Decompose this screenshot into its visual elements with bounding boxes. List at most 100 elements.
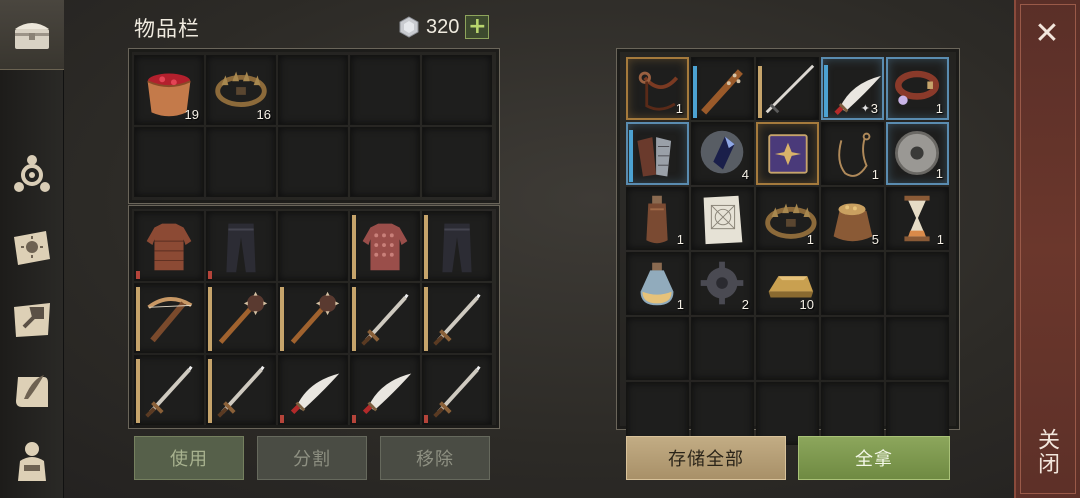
equipment-slot[interactable] <box>350 211 420 281</box>
storage-slot[interactable] <box>821 317 884 380</box>
storage-slot[interactable]: 1 <box>626 57 689 120</box>
modifier-icon: ✦ <box>860 102 870 115</box>
storage-slot[interactable] <box>691 187 754 250</box>
storage-slot[interactable]: 1 <box>886 57 949 120</box>
inventory-slot[interactable] <box>278 127 348 197</box>
equipment-slot[interactable] <box>278 283 348 353</box>
durability-bar <box>136 287 140 351</box>
item-count: 1 <box>871 167 879 182</box>
item-count: 16 <box>256 107 271 122</box>
inventory-slot[interactable] <box>278 55 348 125</box>
storage-slot[interactable] <box>691 57 754 120</box>
storage-slot[interactable]: ✦ 3 <box>821 57 884 120</box>
storage-slot[interactable]: 4 <box>691 122 754 185</box>
durability-bar <box>352 415 356 423</box>
equipment-slot[interactable] <box>278 355 348 425</box>
inventory-slot[interactable] <box>134 127 204 197</box>
split-button[interactable]: 分割 <box>257 436 367 480</box>
equipment-slot[interactable] <box>206 211 276 281</box>
equipment-slot[interactable] <box>422 355 492 425</box>
storage-slot[interactable] <box>886 252 949 315</box>
storage-slot[interactable] <box>756 57 819 120</box>
equipment-slot[interactable] <box>206 355 276 425</box>
inventory-slot[interactable]: 19 <box>134 55 204 125</box>
storage-slot[interactable] <box>886 317 949 380</box>
sidebar-item-journal[interactable] <box>7 366 57 416</box>
crossbow-icon <box>147 297 193 343</box>
item-count: 4 <box>741 167 749 182</box>
take-all-button[interactable]: 全拿 <box>798 436 950 480</box>
storage-slot[interactable]: 1 <box>886 187 949 250</box>
use-button[interactable]: 使用 <box>134 436 244 480</box>
gem-icon <box>399 16 419 38</box>
equipment-slot[interactable] <box>422 211 492 281</box>
close-panel[interactable]: ✕ 关闭 <box>1014 0 1080 498</box>
close-label[interactable]: 关闭 <box>1032 428 1062 476</box>
store-all-button[interactable]: 存储全部 <box>626 436 786 480</box>
item-count: 1 <box>936 232 944 247</box>
page-title: 物品栏 <box>134 17 200 41</box>
equipment-slot[interactable] <box>134 211 204 281</box>
storage-slot[interactable]: 1 <box>626 252 689 315</box>
remove-button[interactable]: 移除 <box>380 436 490 480</box>
close-icon[interactable]: ✕ <box>1032 16 1062 51</box>
storage-slot[interactable]: 2 <box>691 252 754 315</box>
inventory-slot[interactable] <box>350 127 420 197</box>
durability-bar <box>136 271 140 279</box>
equipment-slot[interactable] <box>134 355 204 425</box>
inventory-slot[interactable] <box>422 55 492 125</box>
storage-slot[interactable] <box>626 317 689 380</box>
item-count: 1 <box>675 101 683 116</box>
sidebar-item-crafting[interactable] <box>7 294 57 344</box>
item-count: 1 <box>806 232 814 247</box>
storage-slot[interactable] <box>756 122 819 185</box>
equipment-slot[interactable] <box>350 355 420 425</box>
inventory-slot[interactable] <box>422 127 492 197</box>
item-count: 5 <box>871 232 879 247</box>
durability-bar <box>693 66 697 118</box>
inventory-slot[interactable]: 16 <box>206 55 276 125</box>
inventory-slot[interactable] <box>350 55 420 125</box>
sidebar-item-skills[interactable] <box>7 150 57 200</box>
add-currency-button[interactable]: + <box>465 15 490 39</box>
storage-slot[interactable]: 1 <box>821 122 884 185</box>
storage-slot[interactable]: 5 <box>821 187 884 250</box>
sword-icon <box>361 293 409 346</box>
item-count: 1 <box>935 166 943 181</box>
storage-slot[interactable] <box>756 317 819 380</box>
durability-bar <box>352 215 356 279</box>
item-count: 3 <box>870 101 878 116</box>
storage-slot[interactable]: 10 <box>756 252 819 315</box>
sword-icon <box>433 293 481 346</box>
hammer-map-icon <box>14 303 50 337</box>
storage-slot[interactable] <box>691 317 754 380</box>
gauntlets-icon <box>637 137 672 177</box>
sidebar-item-character[interactable] <box>7 436 57 486</box>
spiked-club-icon <box>701 69 743 115</box>
sword-icon <box>433 365 481 418</box>
storage-slot[interactable]: 1 <box>756 187 819 250</box>
character-icon <box>18 442 46 481</box>
inventory-grid: 19 16 <box>134 55 492 197</box>
sidebar-item-book[interactable] <box>7 222 57 272</box>
equipment-slot[interactable] <box>350 283 420 353</box>
item-count: 19 <box>184 107 199 122</box>
sidebar-item-inventory[interactable] <box>0 0 64 70</box>
storage-slot[interactable] <box>821 252 884 315</box>
storage-slot[interactable]: 1 <box>626 187 689 250</box>
item-count: 10 <box>799 297 814 312</box>
currency-value: 320 <box>426 15 460 38</box>
spiked-mace-icon <box>290 291 340 344</box>
equipment-slot[interactable] <box>134 283 204 353</box>
equipment-slot[interactable] <box>278 211 348 281</box>
dark-pants-icon <box>226 223 256 273</box>
scimitar-icon <box>290 373 340 415</box>
storage-slot[interactable] <box>626 122 689 185</box>
storage-slot[interactable]: 1 <box>886 122 949 185</box>
inventory-slot[interactable] <box>206 127 276 197</box>
equipment-slot[interactable] <box>422 283 492 353</box>
durability-bar <box>280 287 284 351</box>
equipment-slot[interactable] <box>206 283 276 353</box>
item-count: 2 <box>741 297 749 312</box>
durability-bar <box>758 66 762 118</box>
